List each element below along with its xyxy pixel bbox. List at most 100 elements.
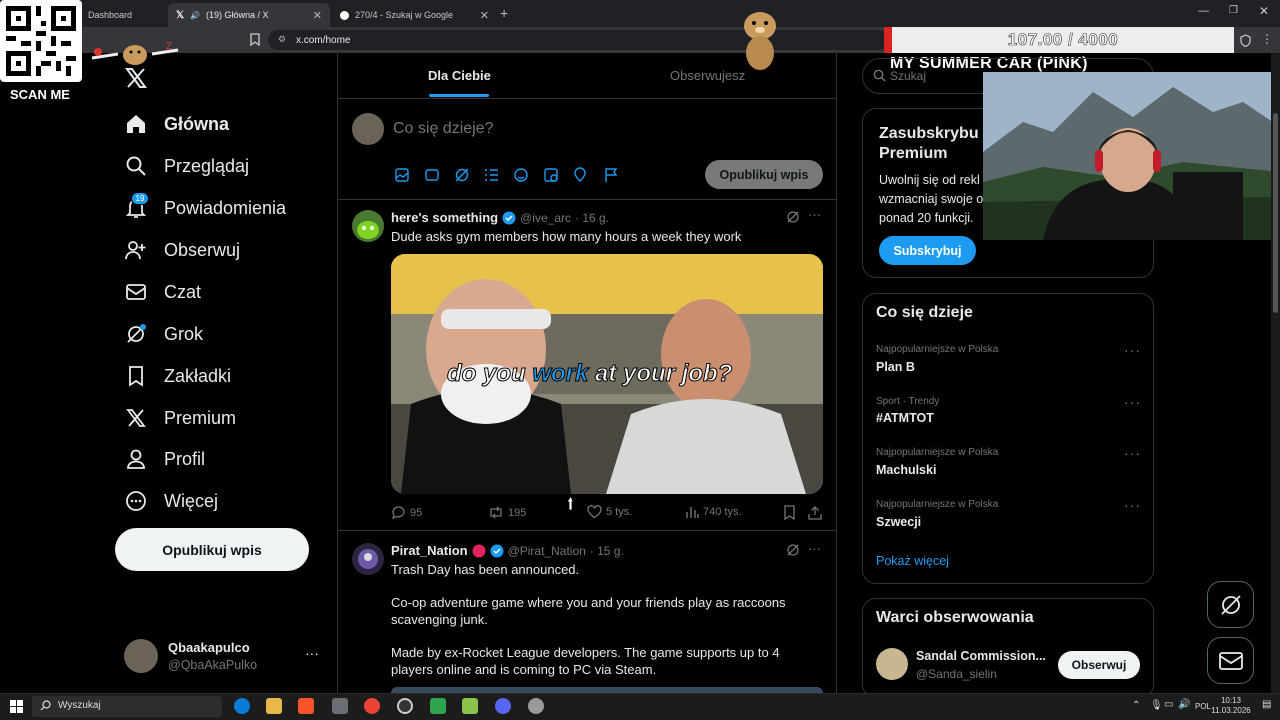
- grok-icon: [455, 168, 469, 182]
- like-button[interactable]: 5 tys.: [587, 505, 632, 519]
- tab-following[interactable]: Obserwujesz: [670, 68, 745, 83]
- tweet-author-name[interactable]: Pirat_Nation: [391, 543, 468, 558]
- subscribe-button[interactable]: Subskrybuj: [879, 236, 976, 265]
- tweet-more-icon[interactable]: ···: [808, 207, 821, 222]
- reply-icon: [391, 506, 405, 520]
- follow-button[interactable]: Obserwuj: [1058, 651, 1140, 679]
- site-settings-icon[interactable]: ⚙: [278, 34, 286, 45]
- avatar[interactable]: [352, 210, 384, 242]
- clock[interactable]: 10:13 11.03.2026: [1206, 696, 1256, 716]
- edge-icon[interactable]: [234, 698, 250, 714]
- sidebar-item-home[interactable]: Główna: [124, 112, 229, 136]
- sidebar-item-label: Grok: [164, 323, 204, 344]
- post-button[interactable]: Opublikuj wpis: [115, 528, 309, 571]
- schedule-icon: [544, 168, 558, 182]
- discord-icon[interactable]: [495, 698, 511, 714]
- sidebar-item-premium[interactable]: Premium: [124, 406, 236, 430]
- like-count: 5 tys.: [606, 506, 633, 518]
- sidebar-item-grok[interactable]: Grok: [124, 322, 203, 346]
- tweet-more-icon[interactable]: ···: [808, 541, 821, 556]
- sidebar-item-bookmarks[interactable]: Zakładki: [124, 364, 231, 388]
- sidebar-item-profile[interactable]: Profil: [124, 447, 205, 471]
- view-count: 740 tys.: [703, 506, 742, 518]
- windows-start-icon[interactable]: [10, 700, 23, 713]
- x-logo-icon[interactable]: [124, 66, 148, 90]
- tweet-author-name[interactable]: here's something: [391, 210, 498, 225]
- bookmark-icon[interactable]: [783, 505, 796, 520]
- grok-explain-icon[interactable]: [786, 210, 800, 224]
- volume-icon[interactable]: 🔊: [1178, 699, 1190, 710]
- tab-close-icon[interactable]: ✕: [313, 9, 322, 22]
- new-tab-icon[interactable]: +: [500, 5, 508, 21]
- tab-dashboard[interactable]: Dashboard: [80, 3, 170, 27]
- brave-icon[interactable]: [298, 698, 314, 714]
- app-icon[interactable]: [332, 698, 348, 714]
- address-bar[interactable]: ⚙ x.com/home: [268, 30, 888, 50]
- clock-time: 10:13: [1220, 696, 1242, 705]
- composer-post-button[interactable]: Opublikuj wpis: [705, 160, 823, 189]
- tab-close-icon[interactable]: ✕: [480, 9, 489, 22]
- tweet-time[interactable]: · 15 g.: [590, 544, 624, 558]
- compose-input[interactable]: Co się dzieje?: [393, 120, 494, 138]
- who-to-follow-title: Warci obserwowania: [876, 609, 1034, 626]
- tweet-handle[interactable]: @Pirat_Nation: [508, 544, 586, 558]
- sidebar-item-chat[interactable]: Czat: [124, 280, 201, 304]
- app-icon[interactable]: [430, 698, 446, 714]
- tray-chevron-icon[interactable]: ⌃: [1132, 700, 1140, 711]
- microphone-icon[interactable]: 🎙: [1150, 700, 1163, 711]
- grok-fab[interactable]: [1207, 581, 1254, 628]
- tweet-video[interactable]: do you work at your job?: [391, 254, 823, 494]
- sidebar-item-follow[interactable]: Obserwuj: [124, 238, 240, 262]
- tweet-time[interactable]: · 16 g.: [575, 211, 609, 225]
- avatar[interactable]: [352, 543, 384, 575]
- chrome-icon[interactable]: [364, 698, 380, 714]
- messages-fab[interactable]: [1207, 637, 1254, 684]
- grok-explain-icon[interactable]: [786, 543, 800, 557]
- app-icon[interactable]: [528, 698, 544, 714]
- tweet-text: Trash Day has been announced.: [391, 562, 580, 577]
- minimize-icon[interactable]: —: [1198, 5, 1209, 17]
- shield-icon[interactable]: [1240, 34, 1251, 47]
- grok-icon: [124, 322, 148, 346]
- avatar: [124, 639, 158, 673]
- scrollbar[interactable]: [1271, 53, 1280, 693]
- gif-icon: [425, 169, 439, 181]
- tweet-handle[interactable]: @ive_arc: [520, 211, 571, 225]
- trend-more-icon[interactable]: ···: [1124, 342, 1141, 358]
- avatar[interactable]: [876, 648, 908, 680]
- restore-icon[interactable]: ❐: [1229, 5, 1238, 16]
- scrollbar-thumb[interactable]: [1273, 113, 1278, 313]
- tab-label: 270/4 - Szukaj w Google: [355, 10, 454, 20]
- window-close-icon[interactable]: ✕: [1259, 4, 1269, 18]
- trend-more-icon[interactable]: ···: [1124, 394, 1141, 410]
- account-switcher[interactable]: Qbaakapulco @QbaAkaPulko ···: [115, 632, 325, 680]
- location-icon: [574, 167, 586, 182]
- network-icon[interactable]: ▭: [1164, 699, 1173, 710]
- suggested-user-name[interactable]: Sandal Commission...: [916, 649, 1046, 663]
- notification-center-icon[interactable]: ▤: [1262, 699, 1271, 710]
- tab-for-you[interactable]: Dla Ciebie: [428, 68, 491, 83]
- trend-more-icon[interactable]: ···: [1124, 445, 1141, 461]
- views-button[interactable]: 740 tys.: [685, 505, 742, 519]
- repost-button[interactable]: 195: [488, 505, 526, 520]
- show-more-link[interactable]: Pokaż więcej: [876, 554, 949, 568]
- sidebar-item-more[interactable]: Więcej: [124, 489, 218, 513]
- browser-menu-icon[interactable]: ⋮: [1261, 32, 1273, 46]
- share-icon[interactable]: [808, 505, 822, 520]
- app-icon[interactable]: [462, 698, 478, 714]
- sidebar-item-explore[interactable]: Przeglądaj: [124, 154, 249, 178]
- premium-body-line: wzmacniaj swoje o: [879, 192, 984, 206]
- bookmark-page-icon[interactable]: [250, 33, 260, 46]
- svg-text:Z: Z: [166, 41, 172, 52]
- obs-icon[interactable]: [397, 698, 413, 714]
- tab-google-search[interactable]: 270/4 - Szukaj w Google ✕: [332, 3, 497, 27]
- verified-icon: [502, 211, 516, 225]
- taskbar-search[interactable]: Wyszukaj: [32, 696, 222, 717]
- reply-button[interactable]: 95: [391, 505, 422, 520]
- sidebar-item-label: Profil: [164, 448, 206, 469]
- tab-x-home[interactable]: 𝕏 🔊 (19) Główna / X ✕: [168, 3, 330, 27]
- more-dots-icon[interactable]: ···: [305, 645, 319, 661]
- trend-more-icon[interactable]: ···: [1124, 497, 1141, 513]
- file-explorer-icon[interactable]: [266, 698, 282, 714]
- premium-title: Zasubskrybu Premium: [879, 124, 979, 164]
